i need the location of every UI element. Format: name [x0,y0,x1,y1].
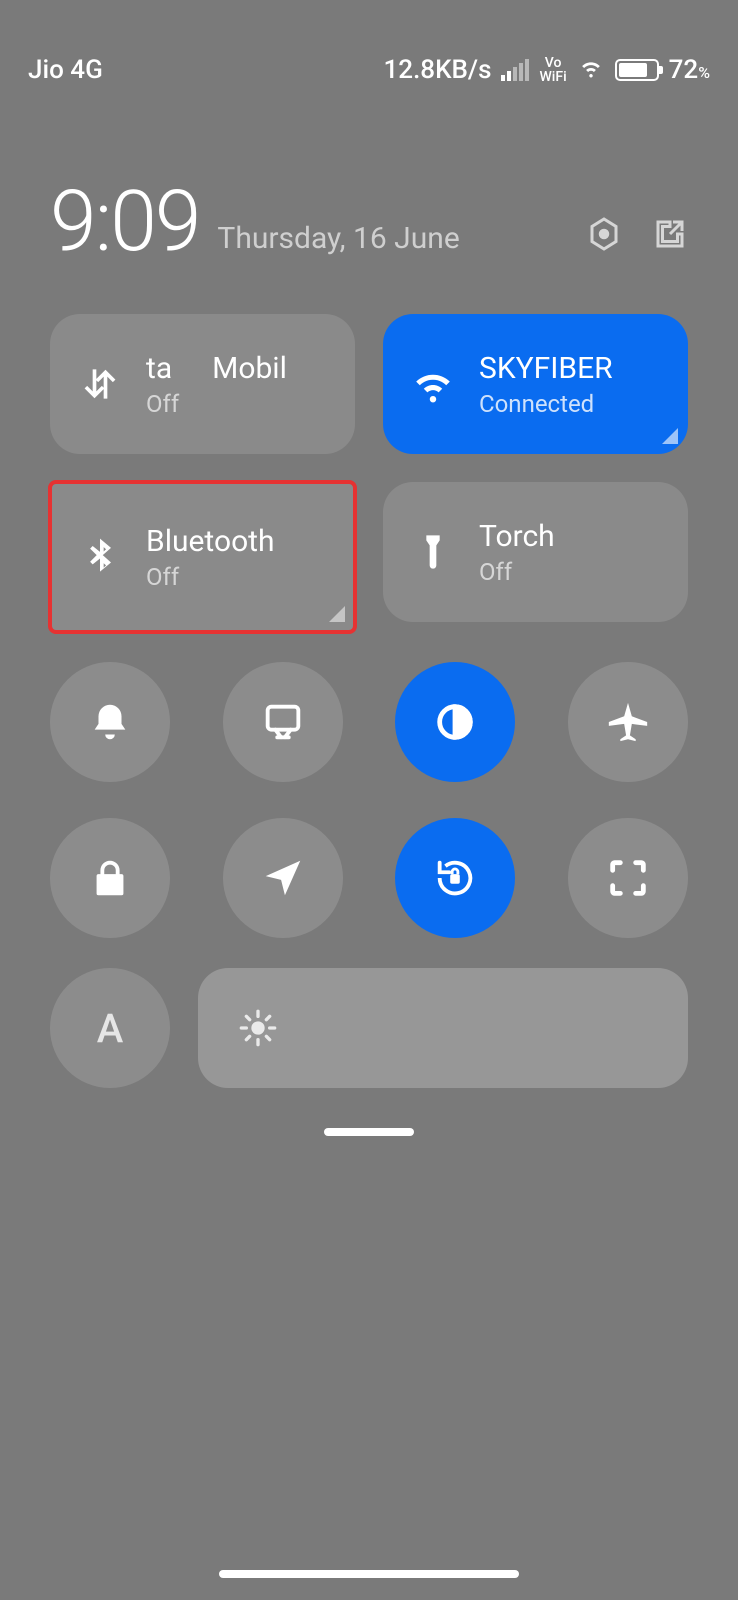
settings-icon[interactable] [586,216,622,256]
brightness-row: A [0,938,738,1088]
scan-toggle[interactable] [568,818,688,938]
sound-toggle[interactable] [50,662,170,782]
clock-time: 9:09 [50,180,199,264]
expand-corner-icon [662,428,678,444]
auto-brightness-label: A [97,1005,124,1052]
clock-date: Thursday, 16 June [217,221,459,256]
torch-label: Torch [479,519,555,554]
brightness-slider[interactable] [198,968,688,1088]
screenshot-icon [260,699,306,745]
auto-brightness-toggle[interactable]: A [50,968,170,1088]
lock-toggle[interactable] [50,818,170,938]
bluetooth-icon [76,533,124,581]
expand-corner-icon [329,606,345,622]
status-right: 12.8KB/s Vo WiFi 72% [384,53,710,88]
mobile-data-icon [76,360,124,408]
wifi-status: Connected [479,390,613,418]
torch-tile[interactable]: Torch Off [383,482,688,622]
mobile-data-label: ta Mobil [146,351,287,386]
wifi-label: SKYFIBER [479,351,613,386]
torch-status: Off [479,558,555,586]
location-icon [260,855,306,901]
dark-mode-icon [432,699,478,745]
bluetooth-tile[interactable]: Bluetooth Off [50,482,355,632]
bluetooth-status: Off [146,563,275,591]
header: 9:09 Thursday, 16 June [0,140,738,294]
airplane-toggle[interactable] [568,662,688,782]
location-toggle[interactable] [223,818,343,938]
bluetooth-label: Bluetooth [146,524,275,559]
signal-icon [501,59,529,81]
lock-icon [87,855,133,901]
battery-pct: 72% [669,55,710,85]
vowifi-icon: Vo WiFi [539,56,566,84]
status-bar: Jio 4G 12.8KB/s Vo WiFi 72% [0,0,738,140]
rotation-lock-icon [432,855,478,901]
torch-icon [409,528,457,576]
data-rate: 12.8KB/s [384,55,492,85]
wifi-tile[interactable]: SKYFIBER Connected [383,314,688,454]
dark-mode-toggle[interactable] [395,662,515,782]
brightness-icon [238,1008,278,1048]
scan-icon [605,855,651,901]
battery-icon [615,59,659,81]
quick-tiles: ta Mobil Off SKYFIBER Connected Bluetoot… [0,294,738,632]
nav-gesture-bar[interactable] [219,1570,519,1578]
rotation-lock-toggle[interactable] [395,818,515,938]
wifi-icon [409,360,457,408]
carrier-label: Jio 4G [28,55,103,85]
mobile-data-status: Off [146,390,287,418]
airplane-icon [605,699,651,745]
edit-icon[interactable] [652,216,688,256]
wifi-status-icon [577,53,605,88]
panel-drag-handle[interactable] [324,1128,414,1136]
bell-icon [87,699,133,745]
screenshot-toggle[interactable] [223,662,343,782]
mobile-data-tile[interactable]: ta Mobil Off [50,314,355,454]
quick-circles [0,632,738,938]
